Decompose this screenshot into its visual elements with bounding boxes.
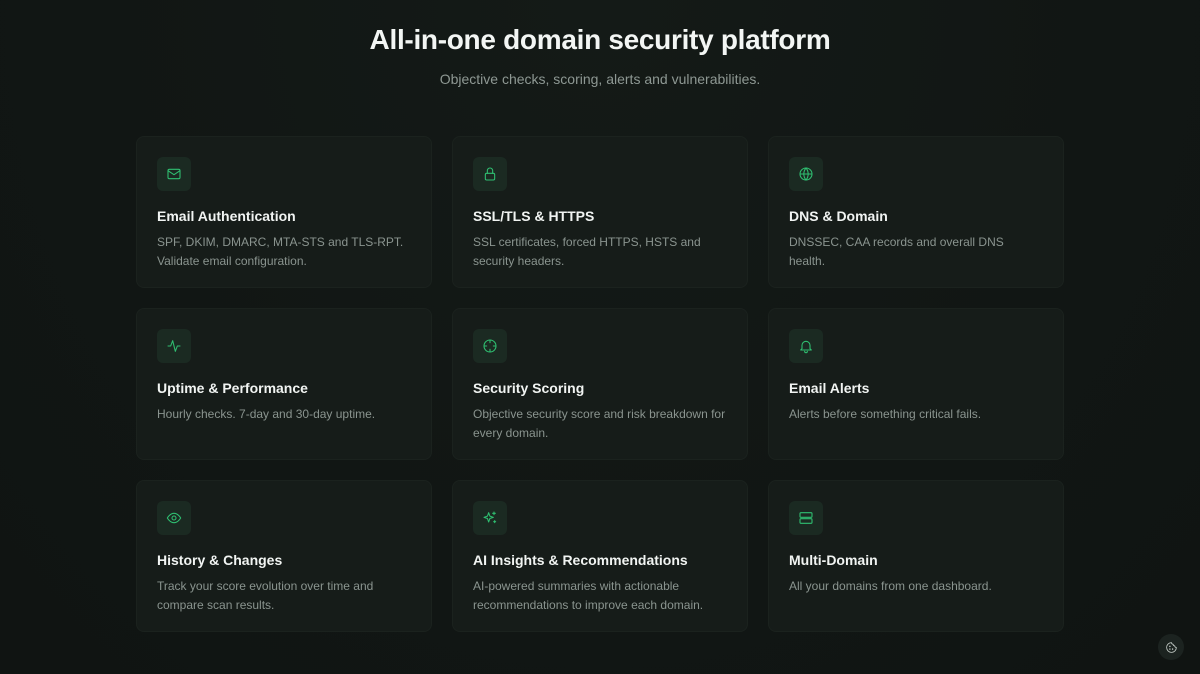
feature-title: Uptime & Performance	[157, 380, 308, 396]
feature-card-email-authentication: Email Authentication SPF, DKIM, DMARC, M…	[136, 136, 432, 288]
eye-icon	[157, 501, 191, 535]
feature-description: Alerts before something critical fails.	[789, 407, 982, 421]
feature-description: Hourly checks. 7-day and 30-day uptime.	[157, 407, 376, 421]
lock-icon	[473, 157, 507, 191]
feature-card-security-scoring: Security Scoring Objective security scor…	[452, 308, 748, 460]
mail-icon	[157, 157, 191, 191]
feature-card-email-alerts: Email Alerts Alerts before something cri…	[768, 308, 1064, 460]
feature-title: History & Changes	[157, 552, 283, 568]
feature-title: SSL/TLS & HTTPS	[473, 208, 595, 224]
page-title: All-in-one domain security platform	[369, 24, 831, 55]
feature-description: SSL certificates, forced HTTPS, HSTS and…	[473, 235, 701, 268]
feature-title: AI Insights & Recommendations	[473, 552, 688, 568]
feature-card-ai-insights: AI Insights & Recommendations AI-powered…	[452, 480, 748, 632]
feature-title: Email Alerts	[789, 380, 870, 396]
feature-description: Track your score evolution over time and…	[157, 579, 374, 612]
feature-card-uptime-performance: Uptime & Performance Hourly checks. 7-da…	[136, 308, 432, 460]
globe-icon	[789, 157, 823, 191]
feature-card-dns-domain: DNS & Domain DNSSEC, CAA records and ove…	[768, 136, 1064, 288]
page-subtitle: Objective checks, scoring, alerts and vu…	[439, 71, 761, 87]
feature-description: AI-powered summaries with actionable rec…	[473, 579, 704, 612]
crosshair-icon	[473, 329, 507, 363]
server-icon	[789, 501, 823, 535]
feature-card-ssl-tls-https: SSL/TLS & HTTPS SSL certificates, forced…	[452, 136, 748, 288]
feature-card-multi-domain: Multi-Domain All your domains from one d…	[768, 480, 1064, 632]
feature-description: DNSSEC, CAA records and overall DNS heal…	[789, 235, 1004, 268]
feature-description: Objective security score and risk breakd…	[473, 407, 726, 440]
feature-title: Security Scoring	[473, 380, 585, 396]
feature-title: DNS & Domain	[789, 208, 888, 224]
sparkles-icon	[473, 501, 507, 535]
cookie-icon	[1165, 641, 1177, 653]
feature-grid: Email Authentication SPF, DKIM, DMARC, M…	[136, 136, 1065, 632]
activity-icon	[157, 329, 191, 363]
feature-title: Email Authentication	[157, 208, 296, 224]
feature-description: SPF, DKIM, DMARC, MTA-STS and TLS-RPT. V…	[157, 235, 404, 268]
bell-icon	[789, 329, 823, 363]
feature-card-history-changes: History & Changes Track your score evolu…	[136, 480, 432, 632]
feature-description: All your domains from one dashboard.	[789, 579, 992, 593]
cookie-settings-button[interactable]	[1158, 634, 1184, 660]
features-page: All-in-one domain security platform Obje…	[0, 0, 1200, 674]
feature-title: Multi-Domain	[789, 552, 878, 568]
